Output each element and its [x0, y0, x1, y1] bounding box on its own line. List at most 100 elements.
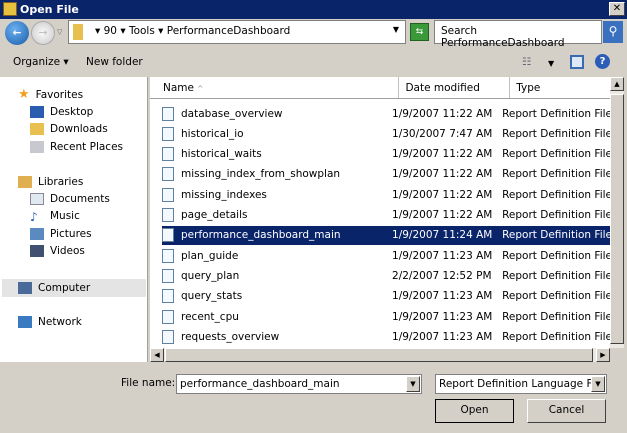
- documents-icon: [30, 193, 44, 205]
- sidebar-favorites[interactable]: ★ Favorites: [18, 87, 83, 102]
- back-button[interactable]: ←: [5, 21, 29, 45]
- type-cell: Report Definition File: [502, 310, 610, 323]
- file-name-cell: missing_indexes: [162, 187, 388, 202]
- type-cell: Report Definition File: [502, 168, 610, 181]
- file-name-input[interactable]: performance_dashboard_main ▼: [176, 374, 422, 394]
- file-row[interactable]: historical_waits 1/9/2007 11:22 AM Report …: [162, 145, 610, 164]
- date-cell: 1/9/2007 11:23 AM: [392, 290, 493, 303]
- date-cell: 1/30/2007 7:47 AM: [392, 127, 493, 140]
- refresh-icon[interactable]: ⇆: [410, 23, 429, 41]
- report-file-icon: [162, 309, 174, 324]
- file-name-cell: performance_dashboard_main: [162, 228, 388, 243]
- file-name-cell: requests_overview: [162, 329, 388, 344]
- file-name-cell: query_plan: [162, 268, 388, 283]
- column-headers: Name ^ Date modified Type: [150, 77, 610, 99]
- desktop-icon: [30, 106, 44, 118]
- help-icon[interactable]: ?: [595, 54, 610, 69]
- date-cell: 1/9/2007 11:22 AM: [392, 168, 493, 181]
- file-row[interactable]: page_details 1/9/2007 11:22 AM Report Defi…: [162, 206, 610, 225]
- date-cell: 1/9/2007 11:23 AM: [392, 310, 493, 323]
- type-cell: Report Definition File: [502, 107, 610, 120]
- address-dropdown-icon[interactable]: ▼: [393, 25, 399, 34]
- report-file-icon: [162, 187, 174, 202]
- column-date-modified[interactable]: Date modified: [399, 77, 511, 98]
- report-file-icon: [162, 268, 174, 283]
- recent-locations-chevron-icon[interactable]: ▽: [57, 28, 62, 36]
- date-cell: 1/9/2007 11:22 AM: [392, 148, 493, 161]
- report-file-icon: [162, 248, 174, 263]
- music-icon: ♪: [30, 210, 38, 224]
- scroll-right-icon[interactable]: ▶: [596, 348, 610, 362]
- type-cell: Report Definition File: [502, 209, 610, 221]
- scroll-thumb-horizontal[interactable]: [165, 348, 593, 362]
- sidebar-item-music[interactable]: ♪ Music: [30, 210, 80, 224]
- computer-icon: [18, 282, 32, 294]
- videos-icon: [30, 245, 44, 257]
- sidebar-item-pictures[interactable]: Pictures: [30, 228, 92, 240]
- file-name-cell: recent_cpu: [162, 309, 388, 324]
- type-cell: Report Definition File: [502, 188, 610, 201]
- file-name-dropdown-icon[interactable]: ▼: [406, 376, 420, 392]
- sidebar-item-documents[interactable]: Documents: [30, 193, 110, 205]
- column-type[interactable]: Type: [510, 77, 610, 98]
- file-row[interactable]: missing_index_from_showplan 1/9/2007 11:2…: [162, 165, 610, 184]
- file-row[interactable]: historical_io 1/30/2007 7:47 AM Report Def…: [162, 124, 610, 143]
- file-row[interactable]: database_overview 1/9/2007 11:22 AM Report…: [162, 104, 610, 123]
- new-folder-button[interactable]: New folder: [86, 56, 143, 68]
- address-bar[interactable]: ▾ 90 ▾ Tools ▾ PerformanceDashboard ▼: [68, 20, 406, 44]
- file-row[interactable]: query_stats 1/9/2007 11:23 AM Report Defin…: [162, 287, 610, 306]
- forward-button[interactable]: →: [31, 21, 55, 45]
- preview-pane-icon[interactable]: [570, 55, 584, 69]
- report-file-icon: [162, 289, 174, 304]
- breadcrumb-performancedashboard[interactable]: PerformanceDashboard: [167, 25, 291, 37]
- file-row[interactable]: query_plan 2/2/2007 12:52 PM Report Defini…: [162, 266, 610, 285]
- horizontal-scrollbar[interactable]: ◀ ▶: [150, 348, 610, 362]
- file-row[interactable]: recent_cpu 1/9/2007 11:23 AM Report Defini…: [162, 307, 610, 326]
- sidebar-item-downloads[interactable]: Downloads: [30, 123, 108, 135]
- file-type-dropdown-icon[interactable]: ▼: [591, 376, 605, 392]
- breadcrumb-tools[interactable]: Tools: [129, 25, 155, 37]
- vertical-scrollbar[interactable]: ▲: [610, 77, 624, 348]
- search-icon[interactable]: ⚲: [603, 21, 623, 43]
- date-cell: 1/9/2007 11:24 AM: [392, 229, 493, 242]
- type-cell: Report Definition File: [502, 290, 610, 303]
- app-icon: [3, 2, 17, 16]
- type-cell: Report Definition File: [502, 127, 610, 140]
- sidebar-item-desktop[interactable]: Desktop: [30, 106, 93, 118]
- file-row[interactable]: performance_dashboard_main 1/9/2007 11:24…: [161, 224, 610, 246]
- file-name-cell: database_overview: [162, 106, 388, 121]
- scroll-up-icon[interactable]: ▲: [610, 77, 624, 91]
- close-button[interactable]: ✕: [609, 2, 625, 16]
- breadcrumb-90[interactable]: 90: [104, 25, 117, 37]
- sidebar-item-videos[interactable]: Videos: [30, 245, 85, 257]
- file-name-cell: historical_waits: [162, 147, 388, 162]
- report-file-icon: [162, 167, 174, 182]
- view-dropdown-icon[interactable]: ▼: [548, 59, 554, 68]
- file-name-label: File name:: [121, 377, 176, 389]
- file-name-cell: page_details: [162, 208, 388, 222]
- column-name[interactable]: Name ^: [150, 77, 400, 98]
- file-type-select[interactable]: Report Definition Language File ▼: [435, 374, 607, 394]
- sidebar-libraries[interactable]: Libraries: [18, 176, 83, 188]
- scroll-thumb[interactable]: [610, 94, 624, 344]
- sidebar-network[interactable]: Network: [18, 316, 82, 328]
- search-input[interactable]: Search PerformanceDashboard: [434, 20, 602, 49]
- file-row[interactable]: plan_guide 1/9/2007 11:23 AM Report Defini…: [162, 246, 610, 265]
- folder-icon: [73, 24, 83, 40]
- sidebar-item-recent-places[interactable]: Recent Places: [30, 141, 123, 153]
- date-cell: 1/9/2007 11:22 AM: [392, 209, 493, 221]
- cancel-button[interactable]: Cancel: [527, 399, 606, 423]
- scroll-left-icon[interactable]: ◀: [150, 348, 164, 362]
- file-row[interactable]: missing_indexes 1/9/2007 11:22 AM Report D…: [162, 185, 610, 204]
- star-icon: ★: [18, 87, 30, 102]
- file-name-cell: query_stats: [162, 289, 388, 304]
- view-options-icon[interactable]: ☷: [522, 56, 531, 68]
- report-file-icon: [162, 329, 174, 344]
- organize-button[interactable]: Organize ▾: [13, 56, 69, 68]
- file-row[interactable]: requests_overview 1/9/2007 11:23 AM Report…: [162, 327, 610, 346]
- open-button[interactable]: Open: [435, 399, 514, 423]
- report-file-icon: [162, 147, 174, 162]
- file-list: Name ^ Date modified Type database_overv…: [150, 77, 610, 348]
- sidebar-computer[interactable]: Computer: [2, 279, 146, 297]
- title-bar: Open File: [0, 0, 627, 19]
